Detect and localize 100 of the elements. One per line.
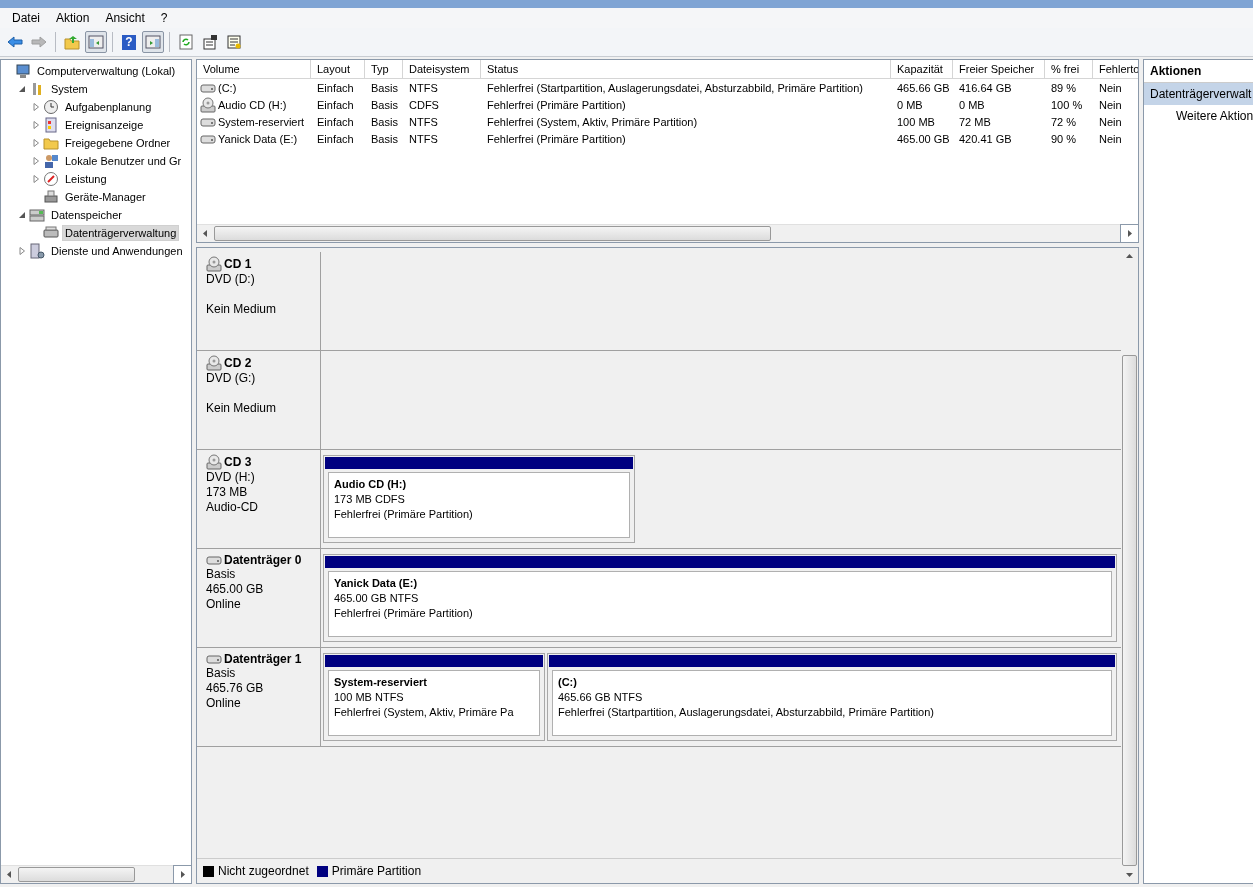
table-cell-text: 0 MB <box>896 98 924 111</box>
disk-detail: DVD (G:) <box>206 371 257 386</box>
table-cell-text: 465.66 GB <box>896 81 951 94</box>
partition-name: Audio CD (H:) <box>334 477 408 492</box>
disk-detail: Online <box>206 696 242 711</box>
horizontal-scrollbar[interactable] <box>1 865 191 883</box>
table-cell-text: 90 % <box>1050 132 1078 145</box>
disk-status: Kein Medium <box>206 401 278 416</box>
help-button[interactable]: ? <box>118 31 140 53</box>
menu-item[interactable]: Datei <box>4 11 48 25</box>
pane-button[interactable] <box>142 31 164 53</box>
table-cell-text: Basis <box>370 132 399 145</box>
table-cell: Audio CD (H:) <box>218 98 287 111</box>
partition-block[interactable]: Audio CD (H:) 173 MB CDFS Fehlerfrei (Primäre Partition) <box>323 455 635 543</box>
table-cell-text: Fehlerfrei (Startpartition, Auslagerungsdatei, Absturzabbild, Primäre Partition) <box>486 81 864 94</box>
table-cell-text: Einfach <box>316 115 355 128</box>
column-header[interactable]: % frei <box>1045 60 1093 78</box>
legend-label: Nicht zugeordnet <box>218 864 309 878</box>
partition-detail: Fehlerfrei (Startpartition, Auslagerungsdatei, Absturzabbild, Primäre Partition) <box>558 705 935 720</box>
column-header[interactable]: Typ <box>365 60 403 78</box>
table-cell-text: 0 MB <box>958 98 986 111</box>
cd-drive-icon <box>206 355 222 371</box>
table-cell-text: Einfach <box>316 132 355 145</box>
table-cell-text: 72 MB <box>958 115 992 128</box>
disk-detail: 173 MB <box>206 485 249 500</box>
disk-detail: 465.00 GB <box>206 582 265 597</box>
table-cell-text: 72 % <box>1050 115 1078 128</box>
column-header[interactable]: Freier Speicher <box>953 60 1045 78</box>
disk-detail: Basis <box>206 666 237 681</box>
table-cell-text: Nein <box>1098 132 1123 145</box>
table-cell: System-reserviert <box>218 115 305 128</box>
disk-name: CD 1 <box>224 257 252 271</box>
column-header[interactable]: Volume <box>197 60 311 78</box>
table-cell-text: 100 % <box>1050 98 1084 111</box>
tree-item[interactable]: Lokale Benutzer und Gr <box>62 153 185 169</box>
gauge-icon <box>43 171 59 187</box>
table-cell: (C:) <box>218 81 237 94</box>
partition-block[interactable]: System-reserviert 100 MB NTFS Fehlerfrei (System, Aktiv, Primäre Pa <box>323 653 545 741</box>
table-cell-text: NTFS <box>408 81 439 94</box>
partition-detail: 465.00 GB NTFS <box>334 591 420 606</box>
partition-name: (C:) <box>558 675 578 690</box>
cd-drive-icon <box>206 256 222 272</box>
tree-panel-button[interactable] <box>85 31 107 53</box>
table-cell-text: Fehlerfrei (System, Aktiv, Primäre Partition) <box>486 115 699 128</box>
tree-item[interactable]: Computerverwaltung (Lokal) <box>34 63 179 79</box>
partition-detail: 465.66 GB NTFS <box>558 690 644 705</box>
partition-detail: Fehlerfrei (System, Aktiv, Primäre Pa <box>334 705 515 720</box>
table-cell-text: Einfach <box>316 81 355 94</box>
action-item[interactable]: Datenträgerverwalt <box>1144 83 1253 105</box>
partition-detail: Fehlerfrei (Primäre Partition) <box>334 507 474 522</box>
tree-item[interactable]: Ereignisanzeige <box>62 117 147 133</box>
column-header[interactable]: Dateisystem <box>403 60 481 78</box>
partition-detail: 100 MB NTFS <box>334 690 405 705</box>
folder-icon <box>43 135 59 151</box>
column-header[interactable]: Layout <box>311 60 365 78</box>
disk-status: Kein Medium <box>206 302 278 317</box>
partition-detail: Fehlerfrei (Primäre Partition) <box>334 606 474 621</box>
horizontal-scrollbar[interactable] <box>197 224 1138 242</box>
menu-item[interactable]: Aktion <box>48 11 98 25</box>
disk-detail: Audio-CD <box>206 500 260 515</box>
table-cell-text: 465.00 GB <box>896 132 951 145</box>
disk-detail: 465.76 GB <box>206 681 265 696</box>
action-item[interactable]: Weitere Aktion <box>1144 105 1253 127</box>
disk-detail: Basis <box>206 567 237 582</box>
drive-icon <box>206 554 222 566</box>
scroll-right-icon[interactable] <box>173 865 191 884</box>
disk-name: Datenträger 0 <box>224 553 302 567</box>
table-cell-text: Basis <box>370 98 399 111</box>
column-header[interactable]: Kapazität <box>891 60 953 78</box>
tree-item[interactable]: Datenträgerverwaltung <box>62 225 180 241</box>
disk-detail: Online <box>206 597 242 612</box>
table-cell-text: Fehlerfrei (Primäre Partition) <box>486 132 627 145</box>
clock-icon <box>43 99 59 115</box>
table-cell-text: Einfach <box>316 98 355 111</box>
menu-item[interactable]: Ansicht <box>97 11 153 25</box>
menu-item[interactable]: ? <box>152 11 176 25</box>
drive-icon <box>200 81 216 94</box>
table-cell-text: 89 % <box>1050 81 1078 94</box>
table-cell-text: 420.41 GB <box>958 132 1013 145</box>
partition-name: System-reserviert <box>334 675 428 690</box>
partition-block[interactable]: Yanick Data (E:) 465.00 GB NTFS Fehlerfrei (Primäre Partition) <box>323 554 1117 642</box>
tree-item[interactable]: Datenspeicher <box>48 207 125 223</box>
partition-detail: 173 MB CDFS <box>334 492 406 507</box>
printer-icon <box>43 189 59 205</box>
tree-item[interactable]: Geräte-Manager <box>62 189 149 205</box>
tree-item[interactable]: Dienste und Anwendungen <box>48 243 186 259</box>
tree-item[interactable]: Freigegebene Ordner <box>62 135 174 151</box>
storage-icon <box>29 207 45 223</box>
table-cell-text: Nein <box>1098 115 1123 128</box>
drive-icon <box>200 115 216 128</box>
partition-block[interactable]: (C:) 465.66 GB NTFS Fehlerfrei (Startpartition, Auslagerungsdatei, Absturzabbild, Primäre Partition) <box>547 653 1117 741</box>
tree-item[interactable]: System <box>48 81 91 97</box>
drive-icon <box>43 225 59 241</box>
cd-drive-icon <box>200 96 216 113</box>
tree-item[interactable]: Leistung <box>62 171 110 187</box>
tree-item[interactable]: Aufgabenplanung <box>62 99 155 115</box>
scroll-right-icon[interactable] <box>1120 224 1138 242</box>
table-cell-text: CDFS <box>408 98 440 111</box>
table-cell-text: NTFS <box>408 132 439 145</box>
column-header[interactable]: Status <box>481 60 891 78</box>
